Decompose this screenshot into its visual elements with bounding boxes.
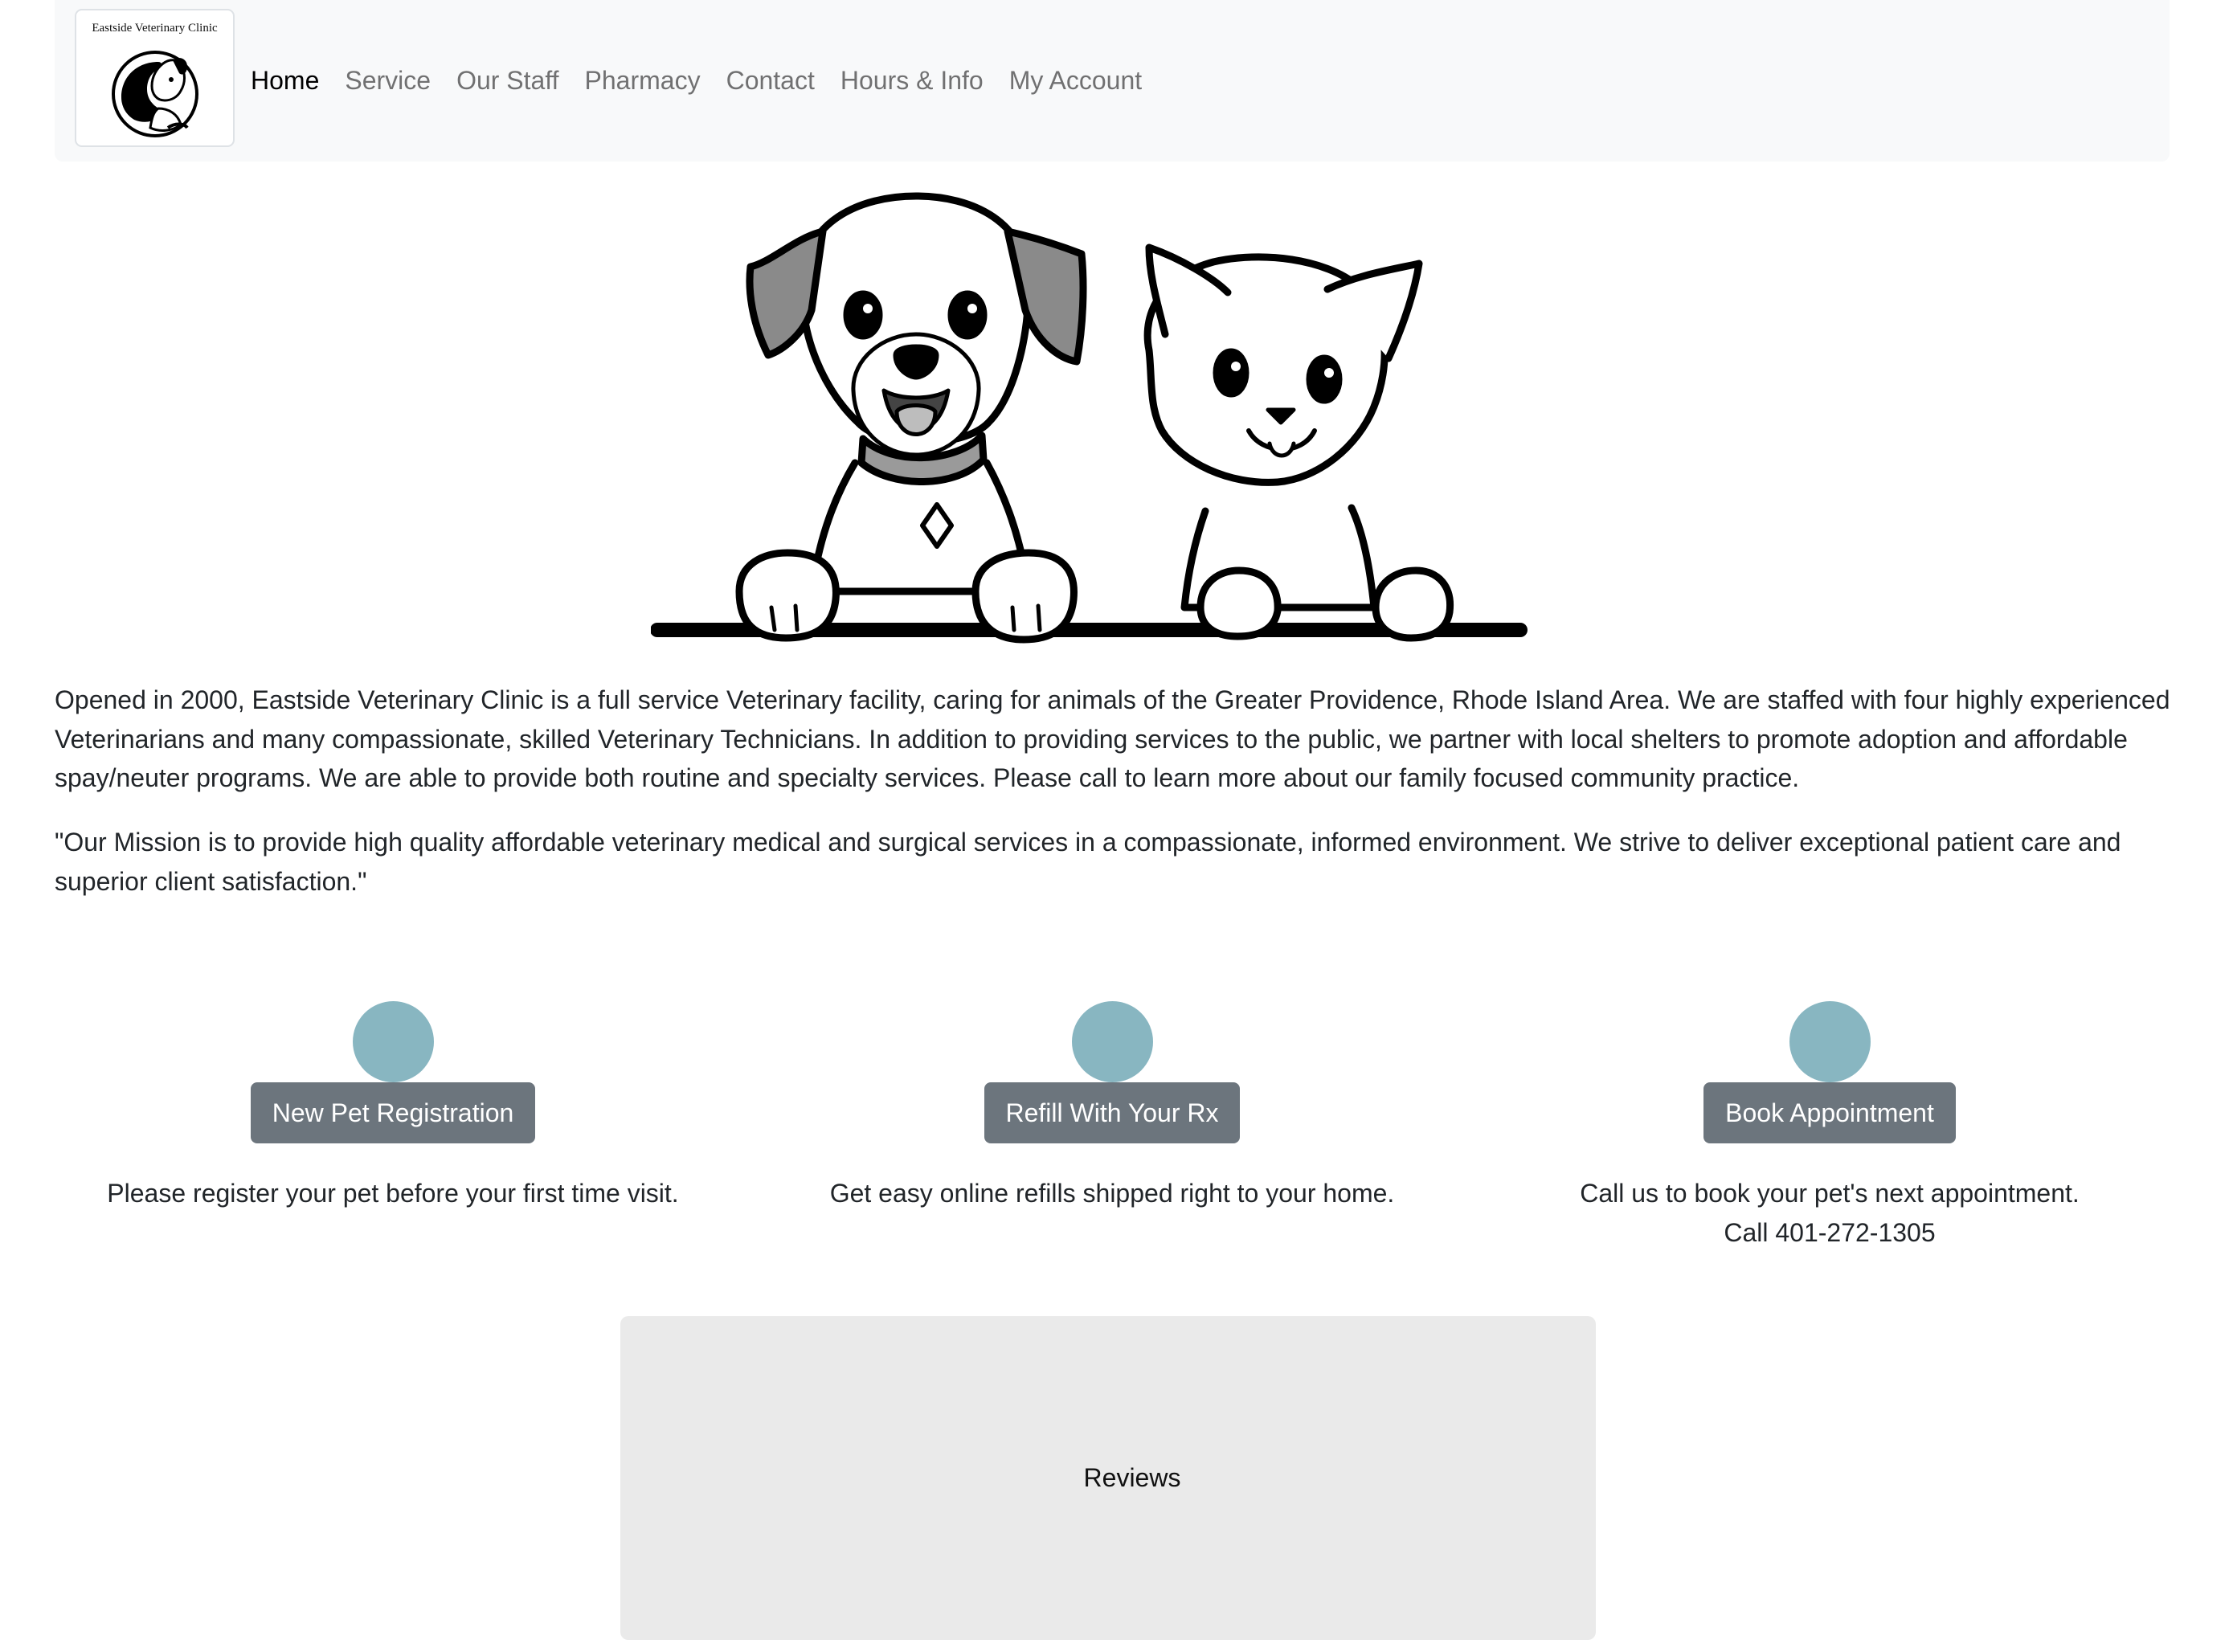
reviews-panel: Reviews: [620, 1316, 1596, 1640]
nav-link-contact[interactable]: Contact: [726, 66, 815, 96]
feature-description: Get easy online refills shipped right to…: [829, 1179, 1395, 1208]
feature-description: Call us to book your pet's next appointm…: [1500, 1174, 2159, 1252]
feature-circle-icon: [352, 1001, 434, 1082]
dog-and-cat-illustration: [651, 192, 1528, 644]
feature-description-line1: Call us to book your pet's next appointm…: [1580, 1179, 2080, 1208]
cat-icon: [1143, 243, 1454, 642]
clinic-phone-number: Call 401-272-1305: [1724, 1217, 1936, 1247]
intro-paragraph: Opened in 2000, Eastside Veterinary Clin…: [55, 685, 2170, 792]
feature-new-pet-registration: New Pet Registration Please register you…: [63, 1001, 722, 1213]
refill-with-your-rx-button[interactable]: Refill With Your Rx: [984, 1082, 1241, 1143]
feature-refill-rx: Refill With Your Rx Get easy online refi…: [783, 1001, 1442, 1213]
navbar: Eastside Veterinary Clinic Home Service …: [55, 0, 2170, 162]
new-pet-registration-button[interactable]: New Pet Registration: [250, 1082, 536, 1143]
nav-link-our-staff[interactable]: Our Staff: [456, 66, 558, 96]
nav-link-hours-info[interactable]: Hours & Info: [840, 66, 984, 96]
nav-links: Home Service Our Staff Pharmacy Contact …: [251, 0, 1168, 162]
mission-statement: "Our Mission is to provide high quality …: [55, 828, 2121, 896]
nav-link-service[interactable]: Service: [345, 66, 431, 96]
reviews-label: Reviews: [1083, 1463, 1181, 1492]
nav-link-pharmacy[interactable]: Pharmacy: [585, 66, 701, 96]
dog-icon: [735, 192, 1087, 644]
logo-text: Eastside Veterinary Clinic: [92, 22, 218, 35]
page: Eastside Veterinary Clinic Home Service …: [0, 0, 2229, 1652]
feature-description: Please register your pet before your fir…: [107, 1179, 679, 1208]
nav-link-home[interactable]: Home: [251, 66, 319, 96]
clinic-logo[interactable]: Eastside Veterinary Clinic: [75, 9, 235, 147]
feature-circle-icon: [1071, 1001, 1153, 1082]
nav-link-my-account[interactable]: My Account: [1009, 66, 1142, 96]
feature-book-appointment: Book Appointment Call us to book your pe…: [1500, 1001, 2159, 1252]
book-appointment-button[interactable]: Book Appointment: [1703, 1082, 1956, 1143]
feature-circle-icon: [1789, 1001, 1871, 1082]
dog-cat-logo-icon: [112, 51, 198, 137]
